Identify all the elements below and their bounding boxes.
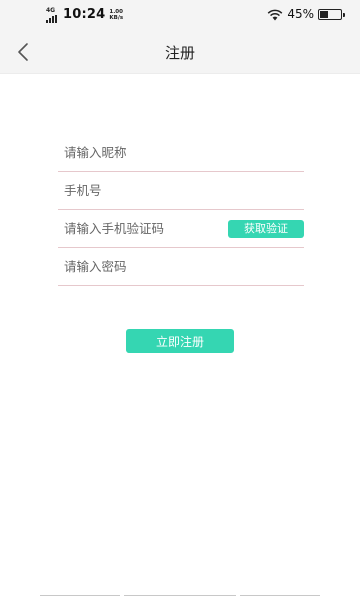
- signal-indicator: 4G: [46, 8, 58, 23]
- nickname-input[interactable]: [64, 134, 296, 171]
- status-left: 4G 10:24 1.00 KB/s: [46, 8, 123, 23]
- verification-code-input[interactable]: [64, 210, 224, 247]
- nav-header: 注册: [0, 30, 360, 74]
- password-field: [58, 248, 304, 286]
- battery-fill: [320, 11, 328, 18]
- network-speed: 1.00 KB/s: [109, 9, 123, 21]
- battery-percent: 45%: [287, 7, 314, 21]
- status-time: 10:24: [63, 7, 106, 22]
- nickname-field: [58, 134, 304, 172]
- gesture-hint-line: [124, 595, 236, 596]
- register-submit-button[interactable]: 立即注册: [126, 329, 234, 353]
- network-type: 4G: [46, 7, 56, 14]
- gesture-hint-line: [40, 595, 120, 596]
- signal-bars-icon: [46, 15, 58, 23]
- phone-field: [58, 172, 304, 210]
- register-form: 获取验证: [58, 134, 304, 286]
- get-code-button[interactable]: 获取验证: [228, 220, 304, 238]
- network-speed-unit: KB/s: [109, 15, 124, 21]
- page-title: 注册: [164, 44, 195, 62]
- gesture-hint-line: [240, 595, 320, 596]
- status-right: 45%: [267, 7, 345, 21]
- password-input[interactable]: [64, 248, 296, 285]
- battery-icon: [318, 9, 345, 20]
- phone-input[interactable]: [64, 172, 296, 209]
- wifi-icon: [267, 9, 283, 20]
- status-bar: 4G 10:24 1.00 KB/s 45%: [0, 0, 360, 30]
